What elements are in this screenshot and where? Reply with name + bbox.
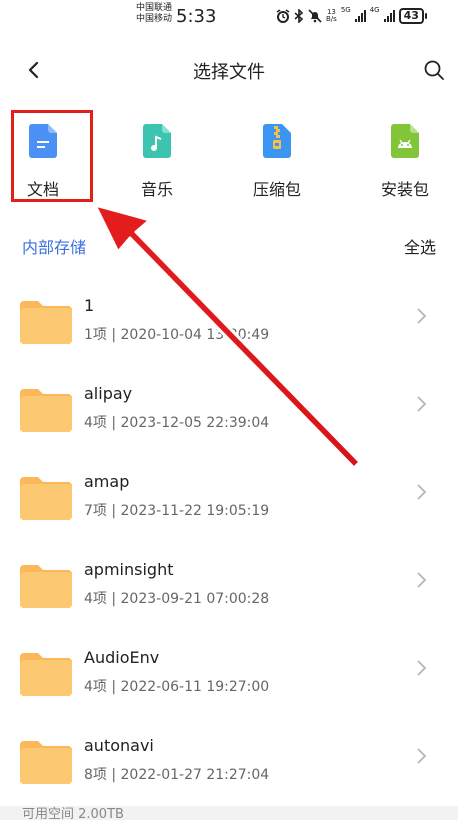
list-item[interactable]: AudioEnv 4项 | 2022-06-11 19:27:00 — [0, 638, 458, 726]
category-label: 安装包 — [380, 180, 429, 199]
file-name: 1 — [84, 296, 95, 315]
list-item[interactable]: 1 1项 | 2020-10-04 13:30:49 — [0, 286, 458, 374]
net-type-2: 4G — [369, 6, 380, 14]
highlight-box — [11, 110, 93, 202]
file-meta: 4项 | 2023-12-05 22:39:04 — [84, 415, 270, 431]
chevron-right-icon — [417, 572, 427, 588]
app-header: 选择文件 — [0, 44, 458, 96]
carrier-info: 中国联通 中国移动 — [136, 3, 172, 25]
category-label: 压缩包 — [252, 180, 301, 199]
music-icon — [143, 124, 171, 158]
android-icon — [391, 124, 419, 158]
status-bar: 中国联通 中国移动 5:33 13 B/s 5G 4G 43 — [0, 0, 458, 34]
status-icons: 13 B/s 5G 4G 43 — [276, 7, 427, 25]
page-title: 选择文件 — [193, 62, 265, 83]
folder-icon — [20, 653, 72, 696]
storage-label: 内部存储 — [22, 238, 87, 257]
file-meta: 4项 | 2023-09-21 07:00:28 — [84, 591, 270, 607]
net-type-1: 5G — [340, 6, 351, 14]
chevron-right-icon — [417, 748, 427, 764]
chevron-right-icon — [417, 660, 427, 676]
file-name: autonavi — [84, 736, 154, 755]
list-item[interactable]: amap 7项 | 2023-11-22 19:05:19 — [0, 462, 458, 550]
file-name: apminsight — [84, 560, 174, 579]
search-icon[interactable] — [422, 58, 446, 82]
select-all-button[interactable]: 全选 — [404, 234, 436, 258]
file-meta: 1项 | 2020-10-04 13:30:49 — [84, 327, 270, 343]
folder-icon — [20, 741, 72, 784]
clock: 5:33 — [176, 6, 217, 27]
chevron-right-icon — [417, 308, 427, 324]
list-item[interactable]: apminsight 4项 | 2023-09-21 07:00:28 — [0, 550, 458, 638]
battery-icon: 43 — [398, 8, 427, 24]
folder-icon — [20, 477, 72, 520]
bluetooth-icon — [294, 9, 304, 23]
storage-footer: 可用空间 2.00TB — [0, 806, 458, 822]
alarm-icon — [276, 9, 290, 23]
folder-icon — [20, 301, 72, 344]
carrier-2: 中国移动 — [136, 14, 173, 24]
category-zip[interactable]: 压缩包 — [232, 124, 322, 200]
category-label: 音乐 — [140, 180, 173, 199]
chevron-right-icon — [417, 396, 427, 412]
network-speed: 13 B/s — [326, 9, 337, 23]
list-item[interactable]: autonavi 8项 | 2022-01-27 21:27:04 — [0, 726, 458, 814]
mute-icon — [308, 9, 322, 23]
file-meta: 4项 | 2022-06-11 19:27:00 — [84, 679, 270, 695]
file-name: amap — [84, 472, 130, 491]
signal-icon — [354, 10, 366, 22]
file-meta: 7项 | 2023-11-22 19:05:19 — [84, 503, 270, 519]
category-apk[interactable]: 安装包 — [360, 124, 450, 200]
battery-level: 43 — [398, 8, 424, 24]
folder-icon — [20, 389, 72, 432]
category-music[interactable]: 音乐 — [112, 124, 202, 200]
file-name: alipay — [84, 384, 133, 403]
list-item[interactable]: alipay 4项 | 2023-12-05 22:39:04 — [0, 374, 458, 462]
folder-icon — [20, 565, 72, 608]
speed-unit: B/s — [326, 15, 337, 23]
file-meta: 8项 | 2022-01-27 21:27:04 — [84, 767, 270, 783]
file-name: AudioEnv — [84, 648, 160, 667]
carrier-1: 中国联通 — [136, 3, 173, 13]
chevron-right-icon — [417, 484, 427, 500]
zip-icon — [263, 124, 291, 158]
signal-icon — [383, 10, 395, 22]
